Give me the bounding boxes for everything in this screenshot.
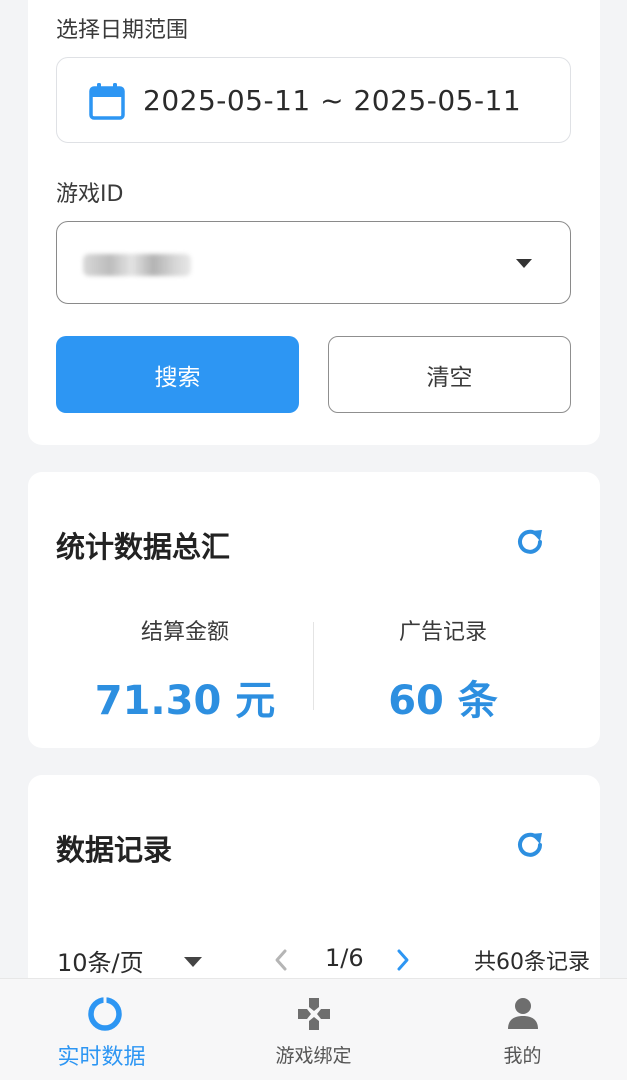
tab-mine[interactable]: 我的 bbox=[418, 979, 627, 1080]
ads-value: 60 条 bbox=[388, 678, 498, 724]
game-id-label: 游戏ID bbox=[56, 182, 124, 207]
filter-card: 选择日期范围 2025-05-11 ~ 2025-05-11 游戏ID 搜索 清… bbox=[28, 0, 600, 445]
gamepad-icon bbox=[298, 998, 330, 1030]
settlement-value: 71.30 元 bbox=[94, 678, 276, 724]
date-range-label: 选择日期范围 bbox=[56, 18, 189, 43]
refresh-icon[interactable] bbox=[514, 829, 546, 861]
settlement-label: 结算金额 bbox=[140, 620, 229, 645]
game-id-select[interactable] bbox=[56, 221, 571, 304]
chevron-down-icon[interactable] bbox=[184, 957, 202, 967]
date-range-value: 2025-05-11 ~ 2025-05-11 bbox=[143, 84, 522, 117]
tab-game-binding[interactable]: 游戏绑定 bbox=[209, 979, 418, 1080]
chevron-right-icon[interactable] bbox=[393, 947, 413, 973]
records-title: 数据记录 bbox=[56, 833, 173, 867]
page-indicator: 1/6 bbox=[325, 944, 364, 972]
total-records: 共60条记录 bbox=[474, 950, 590, 975]
ads-stat: 广告记录 60 条 bbox=[308, 614, 578, 726]
stats-summary-card: 统计数据总汇 结算金额 71.30 元 广告记录 60 条 bbox=[28, 472, 600, 748]
search-button[interactable]: 搜索 bbox=[56, 336, 299, 413]
page-size-select[interactable]: 10条/页 bbox=[57, 943, 144, 978]
tab-label: 我的 bbox=[503, 1045, 542, 1067]
ads-label: 广告记录 bbox=[398, 620, 487, 645]
clear-button[interactable]: 清空 bbox=[328, 336, 571, 413]
date-range-picker[interactable]: 2025-05-11 ~ 2025-05-11 bbox=[56, 57, 571, 143]
calendar-icon bbox=[89, 83, 125, 120]
chevron-left-icon[interactable] bbox=[271, 947, 291, 973]
tab-label: 游戏绑定 bbox=[275, 1045, 352, 1067]
blurred-game-id-value bbox=[83, 254, 191, 276]
refresh-icon[interactable] bbox=[514, 526, 546, 558]
dropdown-arrow-icon bbox=[516, 259, 532, 268]
tab-realtime-data[interactable]: 实时数据 bbox=[0, 979, 209, 1080]
pagination-bar: 10条/页 1/6 共60条记录 bbox=[28, 943, 627, 977]
realtime-ring-icon bbox=[88, 997, 122, 1031]
bottom-tab-bar: 实时数据 游戏绑定 我的 bbox=[0, 978, 627, 1080]
settlement-stat: 结算金额 71.30 元 bbox=[50, 614, 320, 726]
user-icon bbox=[508, 998, 538, 1029]
stats-title: 统计数据总汇 bbox=[56, 530, 231, 564]
tab-label: 实时数据 bbox=[57, 1045, 146, 1070]
